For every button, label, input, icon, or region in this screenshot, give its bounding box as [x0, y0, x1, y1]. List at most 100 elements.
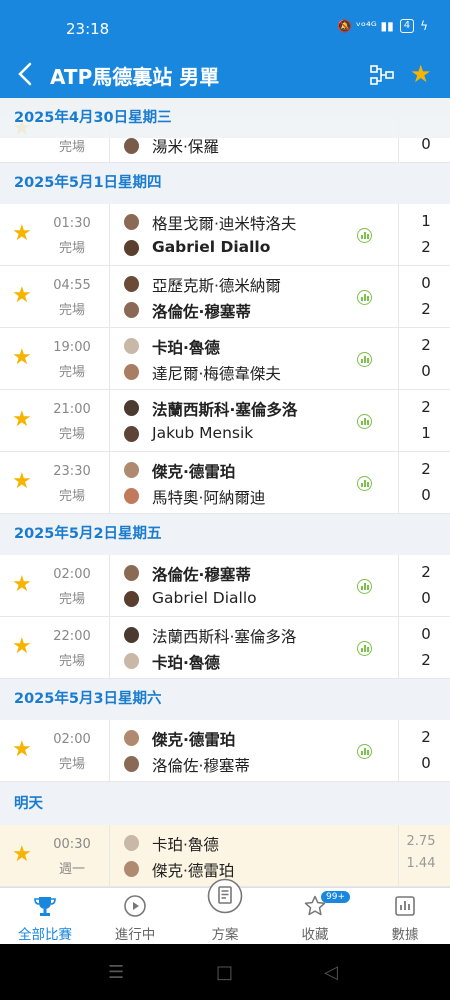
match-time: 19:00 — [53, 340, 91, 355]
stats-icon[interactable] — [357, 476, 372, 491]
tab-label: 方案 — [211, 927, 239, 943]
match-time: 23:30 — [53, 464, 91, 479]
player1-name: 卡珀·魯德 — [152, 836, 219, 854]
score1: 2 — [421, 563, 431, 581]
favorite-star-icon[interactable]: ★ — [12, 842, 32, 868]
player2-name: Jakub Mensik — [152, 424, 254, 442]
match-row[interactable]: ★ 19:00 完場 卡珀·魯德 達尼爾·梅德韋傑夫 2 0 — [0, 328, 450, 390]
match-status: 完場 — [58, 427, 85, 442]
date-header: 2025年4月30日星期三 — [0, 98, 450, 138]
avatar — [124, 240, 139, 256]
favorite-star-icon[interactable]: ★ — [12, 469, 32, 495]
back-nav-icon[interactable]: ◁ — [324, 962, 338, 983]
system-nav-bar: ☰ □ ◁ — [0, 944, 450, 1000]
player1-name: 法蘭西斯科·塞倫多洛 — [152, 401, 298, 419]
stats-icon[interactable] — [357, 228, 372, 243]
match-row[interactable]: ★ 23:30 完場 傑克·德雷珀 馬特奧·阿納爾迪 2 0 — [0, 452, 450, 514]
score2: 0 — [421, 754, 431, 772]
avatar — [124, 138, 139, 154]
app-bar: ATP馬德裏站 男單 ★ — [0, 52, 450, 98]
recent-apps-icon[interactable]: ☰ — [108, 962, 124, 983]
match-status: 完場 — [58, 489, 85, 504]
match-status: 完場 — [58, 140, 85, 155]
avatar — [124, 426, 139, 442]
match-row[interactable]: ★ 02:00 完場 傑克·德雷珀 洛倫佐·穆塞蒂 2 0 — [0, 720, 450, 782]
stats-icon[interactable] — [357, 744, 372, 759]
avatar — [124, 756, 139, 772]
player1-name: 傑克·德雷珀 — [152, 731, 236, 749]
favorite-star-icon[interactable]: ★ — [12, 634, 32, 660]
player1-name: 傑克·德雷珀 — [152, 463, 236, 481]
avatar — [124, 835, 139, 851]
avatar — [124, 462, 139, 478]
match-status: 完場 — [58, 303, 85, 318]
tab-favorites[interactable]: 99+ 收藏 — [270, 888, 360, 945]
stats-icon[interactable] — [357, 579, 372, 594]
match-status: 完場 — [58, 757, 85, 772]
match-time: 22:00 — [53, 629, 91, 644]
avatar — [124, 400, 139, 416]
favorite-star-icon[interactable]: ★ — [410, 60, 432, 88]
home-icon[interactable]: □ — [216, 962, 233, 983]
stats-icon[interactable] — [357, 290, 372, 305]
avatar — [124, 861, 139, 877]
favorite-star-icon[interactable]: ★ — [12, 572, 32, 598]
score2: 2 — [421, 651, 431, 669]
match-row[interactable]: ★ 22:00 完場 法蘭西斯科·塞倫多洛 卡珀·魯德 0 2 — [0, 617, 450, 679]
battery-icon: 4 — [399, 19, 415, 33]
date-header: 2025年5月1日星期四 — [0, 163, 450, 204]
stats-icon[interactable] — [357, 352, 372, 367]
date-header: 明天 — [0, 784, 450, 825]
player1-name: 亞歷克斯·德米納爾 — [152, 277, 281, 295]
match-status: 完場 — [58, 654, 85, 669]
favorite-star-icon[interactable]: ★ — [12, 345, 32, 371]
score2: 2 — [421, 300, 431, 318]
match-status: 完場 — [58, 592, 85, 607]
tab-plans[interactable]: 方案 — [180, 878, 270, 945]
tab-all-matches[interactable]: 全部比賽 — [0, 888, 90, 945]
bracket-tree-icon[interactable] — [370, 64, 394, 86]
score1: 2 — [421, 336, 431, 354]
match-time: 02:00 — [53, 567, 91, 582]
match-row[interactable]: ★ 02:00 完場 洛倫佐·穆塞蒂 Gabriel Diallo 2 0 — [0, 555, 450, 617]
bar-chart-icon — [395, 896, 415, 916]
stats-icon[interactable] — [357, 414, 372, 429]
player1-name: 卡珀·魯德 — [152, 339, 220, 357]
avatar — [124, 488, 139, 504]
avatar — [124, 338, 139, 354]
player2-name: 湯米·保羅 — [152, 138, 219, 156]
trophy-icon — [34, 897, 56, 916]
stats-icon[interactable] — [357, 641, 372, 656]
score1: 2 — [421, 398, 431, 416]
match-row[interactable]: ★ 21:00 完場 法蘭西斯科·塞倫多洛 Jakub Mensik 2 1 — [0, 390, 450, 452]
avatar — [124, 653, 139, 669]
avatar — [124, 302, 139, 318]
tab-data[interactable]: 數據 — [360, 888, 450, 945]
tab-label: 全部比賽 — [18, 927, 72, 943]
player1-name: 格里戈爾·迪米特洛夫 — [152, 215, 297, 233]
favorite-star-icon[interactable]: ★ — [12, 283, 32, 309]
status-icons: 🔕 ᵛᵒ⁴ᴳ ▮▮ 4 ϟ — [337, 19, 428, 33]
tab-live[interactable]: 進行中 — [90, 888, 180, 945]
player2-name: 馬特奧·阿納爾迪 — [152, 489, 266, 507]
score1: 0 — [421, 274, 431, 292]
score2: 0 — [421, 589, 431, 607]
score1: 2 — [421, 460, 431, 478]
favorite-star-icon[interactable]: ★ — [12, 407, 32, 433]
score2: 0 — [421, 362, 431, 380]
favorite-star-icon[interactable]: ★ — [12, 221, 32, 247]
date-header: 2025年5月3日星期六 — [0, 679, 450, 720]
score2: 2 — [421, 238, 431, 256]
match-row[interactable]: ★ 01:30 完場 格里戈爾·迪米特洛夫 Gabriel Diallo 1 2 — [0, 204, 450, 266]
favorite-star-icon[interactable]: ★ — [12, 737, 32, 763]
back-arrow-icon[interactable] — [14, 58, 38, 90]
match-status: 完場 — [58, 241, 85, 256]
bottom-tab-bar: 全部比賽 進行中 方案 99+ 收藏 數據 — [0, 878, 450, 945]
player2-name: 洛倫佐·穆塞蒂 — [152, 303, 251, 321]
odds2: 1.44 — [406, 856, 436, 871]
player2-name: 洛倫佐·穆塞蒂 — [152, 757, 250, 775]
tab-label: 數據 — [391, 927, 419, 943]
match-row[interactable]: ★ 04:55 完場 亞歷克斯·德米納爾 洛倫佐·穆塞蒂 0 2 — [0, 266, 450, 328]
player2-name: 卡珀·魯德 — [152, 654, 220, 672]
match-time: 21:00 — [53, 402, 91, 417]
